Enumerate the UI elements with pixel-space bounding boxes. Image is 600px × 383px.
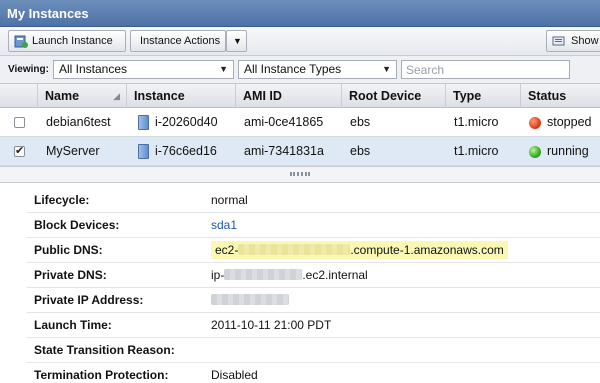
detail-value: 2011-10-11 21:00 PDT <box>211 318 332 332</box>
instance-icon <box>138 144 149 159</box>
instance-actions-button[interactable]: Instance Actions <box>130 30 226 52</box>
column-header-type[interactable]: Type <box>446 84 521 108</box>
show-button[interactable]: Show <box>546 30 600 52</box>
launch-instance-label: Launch Instance <box>32 35 113 47</box>
column-header-name[interactable]: Name ◢ <box>38 84 127 108</box>
chevron-down-icon: ▼ <box>382 64 391 74</box>
pane-splitter[interactable] <box>0 166 600 183</box>
instance-actions-label: Instance Actions <box>140 35 221 47</box>
viewing-label: Viewing: <box>8 64 49 75</box>
detail-row-private-dns: Private DNS: ip- .ec2.internal <box>27 263 600 288</box>
search-input[interactable] <box>401 60 570 79</box>
detail-row-launch-time: Launch Time: 2011-10-11 21:00 PDT <box>27 313 600 338</box>
detail-label: Launch Time: <box>34 318 112 332</box>
instance-status: stopped <box>547 115 592 129</box>
redacted-text <box>224 269 303 280</box>
root-device: ebs <box>350 115 371 129</box>
column-header-select[interactable] <box>0 84 38 108</box>
drag-handle-icon <box>290 172 310 176</box>
detail-value: Disabled <box>211 368 258 382</box>
instance-details-pane: Lifecycle: normal Block Devices: sda1 Pu… <box>0 183 600 383</box>
instance-types-filter-select[interactable]: All Instance Types ▼ <box>238 60 397 79</box>
sort-icon: ◢ <box>113 91 120 101</box>
detail-label: Block Devices: <box>34 218 120 232</box>
instances-filter-value: All Instances <box>59 62 128 76</box>
detail-row-private-ip: Private IP Address: <box>27 288 600 313</box>
show-icon <box>552 36 565 46</box>
chevron-down-icon: ▼ <box>219 64 228 74</box>
instance-id: i-20260d40 <box>155 115 218 129</box>
instance-actions-dropdown-button[interactable]: ▼ <box>226 30 247 52</box>
chevron-down-icon: ▼ <box>233 36 242 46</box>
row-checkbox[interactable] <box>14 117 25 128</box>
column-header-instance[interactable]: Instance <box>127 84 236 108</box>
detail-label: Public DNS: <box>34 243 103 257</box>
row-checkbox[interactable]: ✔ <box>14 146 25 157</box>
column-header-ami-id[interactable]: AMI ID <box>236 84 342 108</box>
root-device: ebs <box>350 144 371 158</box>
show-label: Show <box>571 35 599 47</box>
table-row[interactable]: debian6test i-20260d40 ami-0ce41865 ebs … <box>0 108 600 137</box>
table-row[interactable]: ✔ MyServer i-76c6ed16 ami-7341831a ebs t… <box>0 137 600 166</box>
instance-name: MyServer <box>46 144 100 158</box>
column-header-status[interactable]: Status <box>521 84 600 108</box>
table-header: Name ◢ Instance AMI ID Root Device Type … <box>0 84 600 108</box>
instance-status: running <box>547 144 589 158</box>
launch-instance-icon <box>14 35 28 48</box>
ami-id: ami-7341831a <box>244 144 324 158</box>
public-dns-highlight: ec2- .compute-1.amazonaws.com <box>211 241 508 259</box>
column-header-root-device[interactable]: Root Device <box>342 84 446 108</box>
detail-row-public-dns: Public DNS: ec2- .compute-1.amazonaws.com <box>27 238 600 263</box>
detail-row-block-devices: Block Devices: sda1 <box>27 213 600 238</box>
instance-types-filter-value: All Instance Types <box>244 62 342 76</box>
status-stopped-icon <box>529 117 541 129</box>
detail-label: State Transition Reason: <box>34 343 175 357</box>
instance-name: debian6test <box>46 115 111 129</box>
detail-row-lifecycle: Lifecycle: normal <box>27 188 600 213</box>
instance-type: t1.micro <box>454 144 499 158</box>
private-dns-value: ip- .ec2.internal <box>211 268 368 282</box>
filter-bar: Viewing: All Instances ▼ All Instance Ty… <box>0 56 600 84</box>
redacted-text <box>238 244 351 255</box>
private-ip-value <box>211 288 289 312</box>
instance-type: t1.micro <box>454 115 499 129</box>
instance-icon <box>138 115 149 130</box>
redacted-text <box>211 294 289 305</box>
ami-id: ami-0ce41865 <box>244 115 324 129</box>
detail-label: Lifecycle: <box>34 193 90 207</box>
panel-title: My Instances <box>0 0 600 27</box>
detail-row-termination-protection: Termination Protection: Disabled <box>27 363 600 383</box>
detail-label: Private DNS: <box>34 268 107 282</box>
launch-instance-button[interactable]: Launch Instance <box>8 30 126 52</box>
status-running-icon <box>529 146 541 158</box>
public-dns-value: ec2- .compute-1.amazonaws.com <box>211 238 508 262</box>
detail-value: normal <box>211 193 248 207</box>
toolbar: Launch Instance Instance Actions ▼ Show <box>0 27 600 56</box>
detail-row-state-transition-reason: State Transition Reason: <box>27 338 600 363</box>
detail-label: Termination Protection: <box>34 368 169 382</box>
detail-label: Private IP Address: <box>34 293 144 307</box>
instances-filter-select[interactable]: All Instances ▼ <box>53 60 234 79</box>
block-device-link[interactable]: sda1 <box>211 213 237 237</box>
instance-id: i-76c6ed16 <box>155 144 217 158</box>
